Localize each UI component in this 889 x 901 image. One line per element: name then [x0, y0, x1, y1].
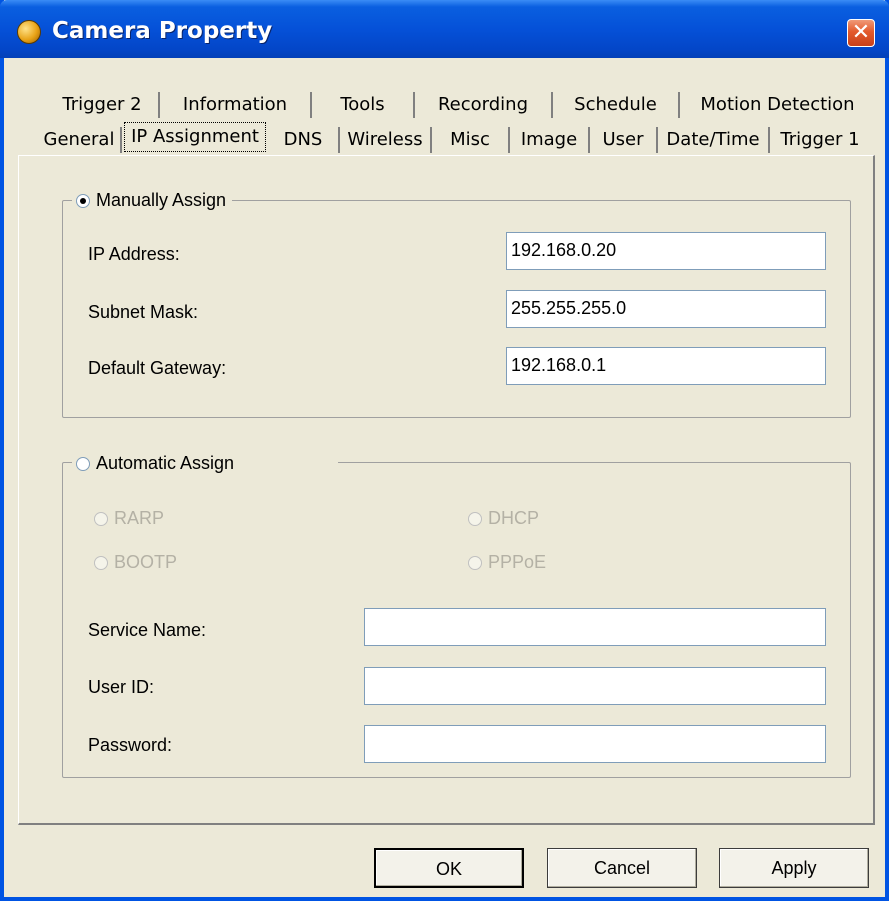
automatic-assign-label: Automatic Assign — [96, 453, 235, 473]
service-name-field[interactable] — [364, 608, 826, 646]
close-button[interactable]: ✕ — [847, 19, 875, 47]
close-icon: ✕ — [851, 19, 871, 44]
user-id-label: User ID: — [88, 677, 155, 697]
pppoe-label: PPPoE — [488, 552, 547, 572]
rarp-label: RARP — [114, 508, 165, 528]
dhcp-radio — [468, 512, 482, 527]
manual-assign-label: Manually Assign — [96, 190, 227, 210]
ip-address-label: IP Address: — [88, 244, 180, 264]
tab-information[interactable]: Information — [160, 92, 312, 118]
bootp-option: BOOTP — [94, 550, 177, 574]
tab-dns[interactable]: DNS — [268, 127, 340, 153]
bootp-label: BOOTP — [114, 552, 178, 572]
tab-date-time[interactable]: Date/Time — [658, 127, 770, 153]
automatic-assign-radio[interactable] — [76, 457, 90, 472]
ip-address-field[interactable]: 192.168.0.20 — [506, 232, 826, 270]
pppoe-radio — [468, 556, 482, 571]
tab-image[interactable]: Image — [510, 127, 590, 153]
user-id-field[interactable] — [364, 667, 826, 705]
rarp-radio — [94, 512, 108, 527]
tab-user[interactable]: User — [590, 127, 658, 153]
password-field[interactable] — [364, 725, 826, 763]
title-bar[interactable]: Camera Property ✕ — [0, 0, 889, 58]
tab-motion-detection[interactable]: Motion Detection — [680, 92, 875, 118]
tab-schedule[interactable]: Schedule — [553, 92, 680, 118]
rarp-option: RARP — [94, 506, 164, 530]
tab-misc[interactable]: Misc — [432, 127, 510, 153]
default-gateway-field[interactable]: 192.168.0.1 — [506, 347, 826, 385]
tab-recording[interactable]: Recording — [415, 92, 553, 118]
tab-ip-assignment[interactable]: IP Assignment — [124, 122, 266, 152]
tab-general[interactable]: General — [38, 127, 122, 153]
window-title: Camera Property — [52, 18, 273, 44]
app-icon — [17, 20, 41, 44]
pppoe-option: PPPoE — [468, 550, 546, 574]
cancel-button[interactable]: Cancel — [547, 848, 697, 888]
tab-wireless[interactable]: Wireless — [340, 127, 432, 153]
apply-button[interactable]: Apply — [719, 848, 869, 888]
tab-trigger-1[interactable]: Trigger 1 — [770, 127, 870, 153]
automatic-assign-option[interactable]: Automatic Assign — [72, 451, 339, 475]
default-gateway-label: Default Gateway: — [88, 358, 227, 378]
manual-assign-option[interactable]: Manually Assign — [72, 188, 233, 212]
tab-tools[interactable]: Tools — [312, 92, 415, 118]
dhcp-option: DHCP — [468, 506, 539, 530]
subnet-mask-label: Subnet Mask: — [88, 302, 199, 322]
subnet-mask-field[interactable]: 255.255.255.0 — [506, 290, 826, 328]
dhcp-label: DHCP — [488, 508, 540, 528]
manual-assign-radio[interactable] — [76, 194, 90, 209]
ok-button[interactable]: OK — [374, 848, 524, 888]
service-name-label: Service Name: — [88, 620, 207, 640]
bootp-radio — [94, 556, 108, 571]
password-label: Password: — [88, 735, 173, 755]
tab-trigger-2[interactable]: Trigger 2 — [46, 92, 160, 118]
